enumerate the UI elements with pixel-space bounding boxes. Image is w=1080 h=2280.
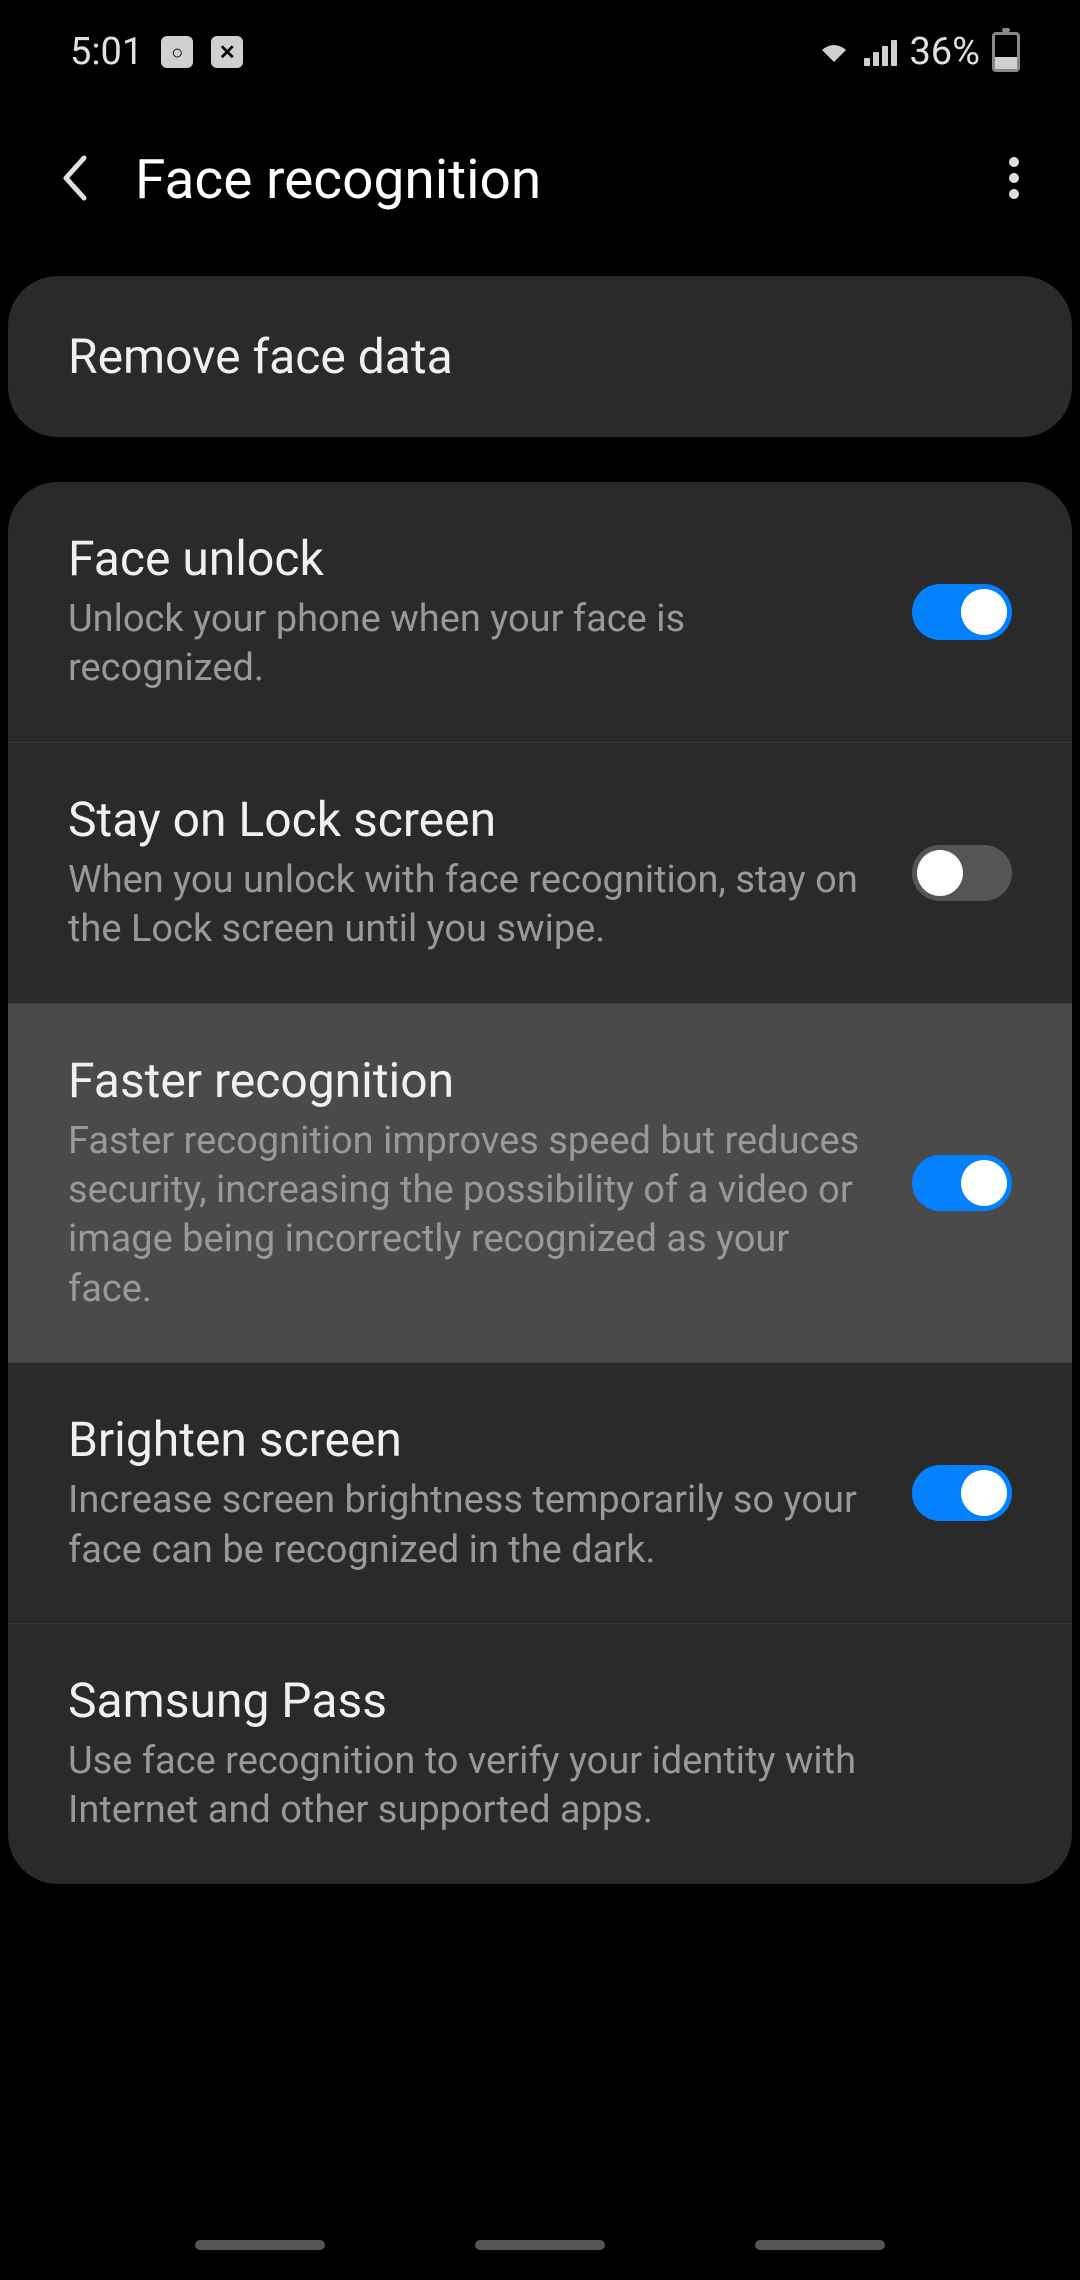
setting-text: Brighten screen Increase screen brightnes… xyxy=(68,1411,912,1575)
toggle-faster-recognition[interactable] xyxy=(912,1155,1012,1211)
signal-icon xyxy=(864,38,897,66)
remove-face-data-button[interactable]: Remove face data xyxy=(8,276,1072,437)
setting-title: Stay on Lock screen xyxy=(68,791,882,848)
notification-icon-2: ✕ xyxy=(211,36,243,68)
nav-bar xyxy=(0,2240,1080,2250)
nav-home[interactable] xyxy=(475,2240,605,2250)
page-title: Face recognition xyxy=(135,148,998,212)
setting-description: Faster recognition improves speed but re… xyxy=(68,1117,882,1315)
setting-title: Samsung Pass xyxy=(68,1672,982,1729)
toggle-thumb xyxy=(961,1160,1007,1206)
more-vertical-icon xyxy=(1008,154,1020,202)
more-options-button[interactable] xyxy=(998,144,1030,216)
nav-recent[interactable] xyxy=(195,2240,325,2250)
setting-description: When you unlock with face recognition, s… xyxy=(68,856,882,955)
setting-title: Face unlock xyxy=(68,530,882,587)
status-time: 5:01 xyxy=(70,30,143,74)
setting-brighten-screen[interactable]: Brighten screen Increase screen brightnes… xyxy=(8,1363,1072,1624)
setting-text: Faster recognition Faster recognition imp… xyxy=(68,1052,912,1315)
wifi-icon xyxy=(816,30,852,74)
setting-text: Stay on Lock screen When you unlock with … xyxy=(68,791,912,955)
setting-text: Face unlock Unlock your phone when your f… xyxy=(68,530,912,694)
setting-description: Use face recognition to verify your iden… xyxy=(68,1737,982,1836)
settings-card: Face unlock Unlock your phone when your f… xyxy=(8,482,1072,1884)
setting-faster-recognition[interactable]: Faster recognition Faster recognition imp… xyxy=(8,1004,1072,1364)
setting-title: Faster recognition xyxy=(68,1052,882,1109)
setting-title: Brighten screen xyxy=(68,1411,882,1468)
toggle-thumb xyxy=(917,850,963,896)
notification-icon-1: ○ xyxy=(161,36,193,68)
setting-text: Samsung Pass Use face recognition to veri… xyxy=(68,1672,1012,1836)
toggle-stay-on-lock-screen[interactable] xyxy=(912,845,1012,901)
toggle-thumb xyxy=(961,1470,1007,1516)
content: Remove face data Face unlock Unlock your … xyxy=(0,276,1080,1884)
status-bar: 5:01 ○ ✕ 36% xyxy=(0,0,1080,94)
battery-icon xyxy=(992,32,1020,72)
battery-percent: 36% xyxy=(909,30,980,74)
setting-stay-on-lock-screen[interactable]: Stay on Lock screen When you unlock with … xyxy=(8,743,1072,1004)
status-left: 5:01 ○ ✕ xyxy=(70,30,243,74)
toggle-face-unlock[interactable] xyxy=(912,584,1012,640)
setting-description: Increase screen brightness temporarily s… xyxy=(68,1476,882,1575)
setting-face-unlock[interactable]: Face unlock Unlock your phone when your f… xyxy=(8,482,1072,743)
setting-samsung-pass[interactable]: Samsung Pass Use face recognition to veri… xyxy=(8,1624,1072,1884)
toggle-thumb xyxy=(961,589,1007,635)
remove-face-data-label: Remove face data xyxy=(68,328,1012,385)
status-right: 36% xyxy=(816,30,1020,74)
setting-description: Unlock your phone when your face is reco… xyxy=(68,595,882,694)
nav-back[interactable] xyxy=(755,2240,885,2250)
chevron-left-icon xyxy=(60,154,90,202)
toggle-brighten-screen[interactable] xyxy=(912,1465,1012,1521)
header: Face recognition xyxy=(0,94,1080,276)
back-button[interactable] xyxy=(60,144,110,216)
